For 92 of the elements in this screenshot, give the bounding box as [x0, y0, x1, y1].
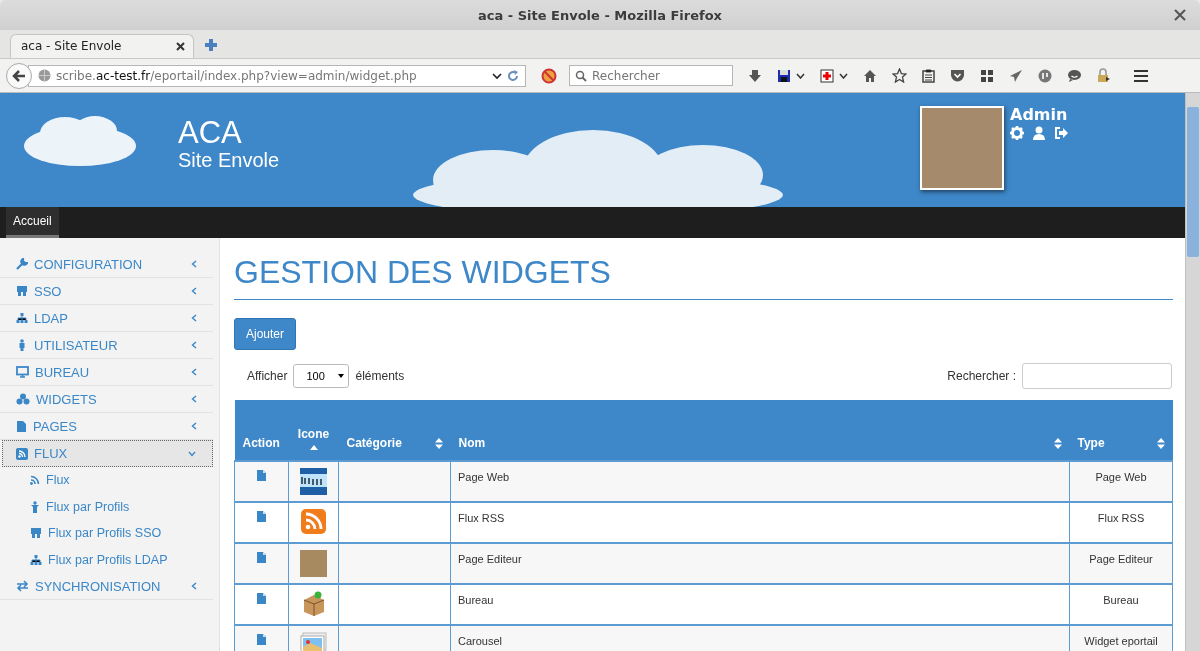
- dropdown-icon[interactable]: [492, 71, 502, 80]
- wrench-icon: [16, 258, 28, 270]
- table-cell: Widget eportail: [1069, 625, 1173, 651]
- chevron-left-icon: [191, 341, 197, 349]
- sidebar-item[interactable]: BUREAU: [0, 359, 213, 386]
- paper-plane-icon[interactable]: [1009, 68, 1023, 83]
- search-label: Rechercher :: [947, 369, 1016, 383]
- file-icon[interactable]: [256, 551, 267, 564]
- clipboard-icon[interactable]: [922, 68, 935, 83]
- grid-icon[interactable]: [980, 68, 994, 83]
- cubes-icon: [16, 393, 30, 405]
- home-icon[interactable]: [863, 68, 877, 83]
- blocked-icon[interactable]: [541, 67, 557, 84]
- sidebar-item[interactable]: UTILISATEUR: [0, 332, 213, 359]
- globe-icon: [38, 69, 51, 82]
- column-header[interactable]: Type: [1069, 400, 1173, 461]
- caret-icon: [338, 374, 345, 378]
- chevron-left-icon: [191, 582, 197, 590]
- chevron-left-icon: [191, 314, 197, 322]
- menu-icon[interactable]: [1133, 68, 1149, 83]
- exchange-icon: [16, 580, 29, 592]
- column-header[interactable]: Catégorie: [338, 400, 451, 461]
- sidebar-item[interactable]: LDAP: [0, 305, 213, 332]
- file-icon[interactable]: [256, 469, 267, 482]
- table-cell: Page Editeur: [1069, 543, 1173, 584]
- table-cell: Carousel: [450, 625, 1070, 651]
- chevron-left-icon: [191, 368, 197, 376]
- page-length-select[interactable]: 100: [293, 364, 350, 388]
- photo-placeholder: [300, 550, 327, 577]
- pocket-icon[interactable]: [950, 69, 965, 82]
- scrollbar[interactable]: [1185, 93, 1200, 651]
- plus-icon[interactable]: [204, 38, 218, 52]
- length-suffix: éléments: [355, 369, 405, 383]
- sidebar-subitem[interactable]: Flux par Profils LDAP: [0, 546, 219, 573]
- page-heading: GESTION DES WIDGETS: [234, 254, 1173, 300]
- search-icon: [575, 70, 587, 82]
- table-cell: Page Web: [450, 461, 1070, 502]
- back-button[interactable]: [6, 62, 32, 89]
- add-button[interactable]: Ajouter: [234, 318, 297, 350]
- monitor-icon: [16, 366, 29, 378]
- file-icon: [16, 419, 27, 433]
- sidebar-item[interactable]: WIDGETS: [0, 386, 213, 413]
- table-cell: Page Editeur: [450, 543, 1070, 584]
- rss-icon: [30, 475, 40, 486]
- reload-icon[interactable]: [507, 69, 519, 82]
- padlock-icon[interactable]: [1097, 68, 1111, 83]
- chat-icon[interactable]: [1067, 68, 1082, 83]
- hierarchy-icon: [16, 312, 28, 324]
- chevron-left-icon: [191, 422, 197, 430]
- file-icon[interactable]: [256, 510, 267, 523]
- rss-icon: [301, 509, 326, 534]
- site-subtitle: Site Envole: [178, 149, 280, 171]
- star-icon[interactable]: [892, 68, 907, 83]
- back-arrow-icon: [12, 68, 26, 83]
- close-icon[interactable]: [176, 41, 185, 51]
- sidebar-subitem[interactable]: Flux par Profils: [0, 493, 219, 520]
- user-name: Admin: [1010, 105, 1069, 124]
- sidebar-subitem[interactable]: Flux: [0, 467, 219, 494]
- caret-icon[interactable]: [796, 72, 805, 79]
- nav-link[interactable]: Accueil: [6, 207, 59, 238]
- chevron-left-icon: [191, 287, 197, 295]
- hierarchy-icon: [30, 553, 42, 566]
- chevron-left-icon: [191, 395, 197, 403]
- chevron-down-icon: [188, 450, 196, 457]
- length-label: Afficher: [247, 369, 288, 383]
- column-header[interactable]: Icone: [288, 400, 339, 461]
- download-icon[interactable]: [748, 68, 762, 83]
- chevron-left-icon: [191, 260, 197, 268]
- user-icon[interactable]: [1032, 126, 1046, 140]
- caret-icon[interactable]: [839, 72, 848, 79]
- table-cell: Page Web: [1069, 461, 1173, 502]
- file-icon[interactable]: [256, 592, 267, 605]
- sidebar-item[interactable]: SSO: [0, 278, 213, 305]
- url-field[interactable]: scribe.ac-test.fr/eportail/index.php?view=admin/widget.php: [28, 64, 526, 87]
- window-title: aca - Site Envole - Mozilla Firefox: [478, 7, 722, 23]
- sidebar-item[interactable]: SYNCHRONISATION: [0, 573, 213, 600]
- close-icon[interactable]: [1174, 9, 1186, 21]
- column-header[interactable]: Nom: [450, 400, 1070, 461]
- file-icon[interactable]: [256, 633, 267, 646]
- column-header[interactable]: Action: [234, 400, 289, 461]
- sidebar-subitem[interactable]: Flux par Profils SSO: [0, 520, 219, 547]
- sidebar-item[interactable]: FLUX: [2, 440, 213, 467]
- browser-tab[interactable]: aca - Site Envole: [10, 34, 194, 58]
- first-aid-icon[interactable]: [820, 68, 834, 83]
- table-search-field[interactable]: [1022, 363, 1172, 389]
- site-title: ACA: [178, 117, 243, 149]
- person-icon: [30, 500, 40, 513]
- search-field[interactable]: Rechercher: [569, 65, 733, 86]
- sidebar-item[interactable]: CONFIGURATION: [0, 251, 213, 278]
- logout-icon[interactable]: [1054, 126, 1069, 140]
- settings-icon[interactable]: [1010, 126, 1024, 140]
- rss-icon: [16, 447, 28, 460]
